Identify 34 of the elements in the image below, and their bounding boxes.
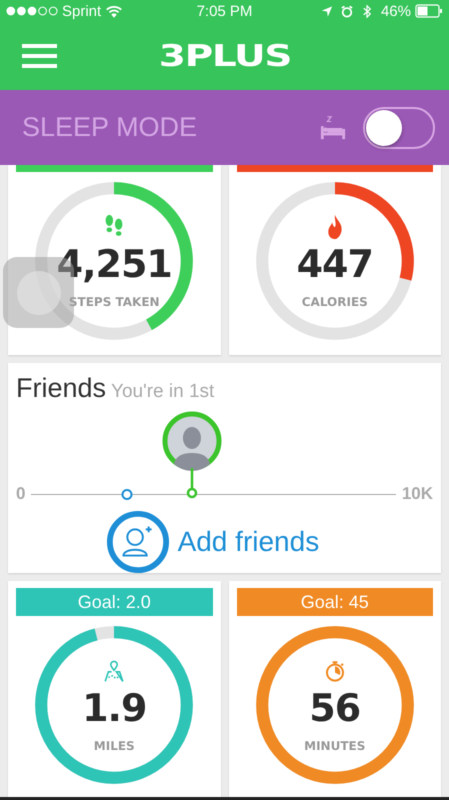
wifi-icon: [105, 4, 124, 18]
sleep-mode-label: SLEEP MODE: [22, 112, 198, 143]
stat-card[interactable]: 4,251 STEPS TAKEN: [8, 165, 220, 355]
battery-icon: [415, 4, 443, 18]
stat-card[interactable]: Goal: 2.0 1.9 MILES: [8, 581, 220, 797]
stat-label: CALORIES: [302, 294, 368, 309]
stat-label: MILES: [94, 738, 135, 753]
scale-max: 10K: [402, 484, 433, 504]
stat-card[interactable]: 447 CALORIES: [228, 165, 441, 355]
stat-card[interactable]: Goal: 45 56 MINUTES: [228, 581, 441, 797]
stat-value: 56: [309, 685, 360, 732]
alarm-icon: [340, 4, 353, 18]
stat-value: 1.9: [82, 685, 146, 732]
rank-text: You're in 1st: [111, 381, 214, 403]
carrier-text: Sprint: [62, 2, 102, 20]
menu-icon[interactable]: [22, 44, 57, 68]
goal-banner: Goal: 2.0: [16, 588, 212, 616]
friends-title: Friends: [16, 373, 106, 404]
stat-value: 447: [296, 241, 373, 288]
bed-icon: [319, 114, 347, 140]
bluetooth-icon: [360, 4, 373, 18]
scale-min: 0: [16, 484, 26, 504]
clock-text: 7:05 PM: [196, 2, 252, 20]
stat-label: MINUTES: [304, 738, 366, 753]
stat-label: STEPS TAKEN: [68, 294, 160, 309]
app-logo: 3PLUS: [158, 38, 291, 74]
battery-percent: 46%: [380, 2, 411, 20]
goal-banner: Goal: 45: [236, 588, 433, 616]
add-friends-button[interactable]: Add friends: [106, 510, 320, 574]
location-icon: [320, 4, 333, 18]
stat-value: 4,251: [56, 241, 172, 288]
sleep-mode-toggle[interactable]: [363, 106, 435, 148]
signal-icon: [6, 6, 58, 16]
user-avatar-marker[interactable]: [160, 411, 224, 499]
